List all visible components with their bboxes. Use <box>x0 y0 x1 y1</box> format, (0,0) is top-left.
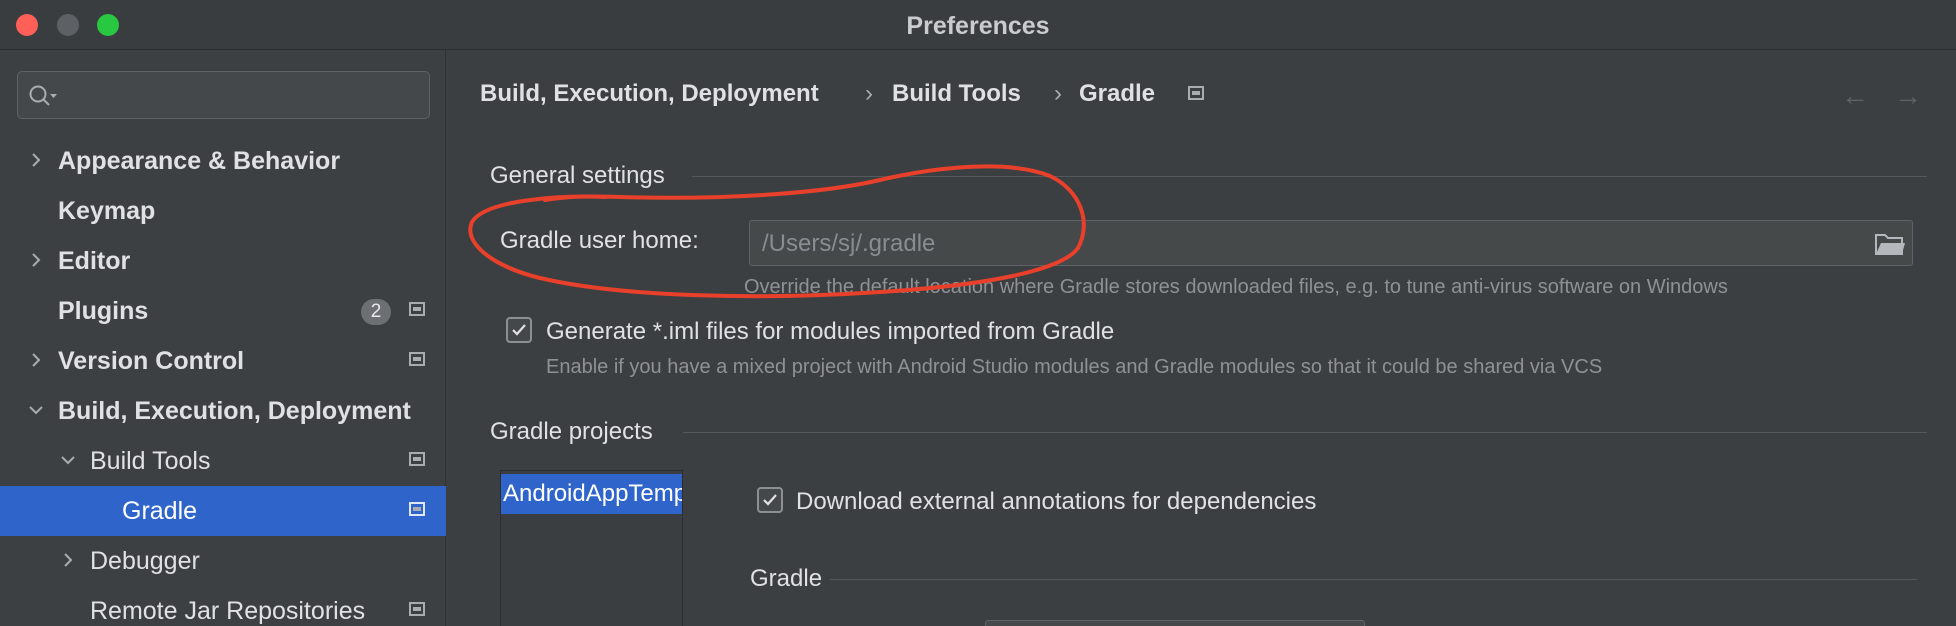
sidebar-item-label: Build, Execution, Deployment <box>58 397 411 425</box>
generate-iml-hint: Enable if you have a mixed project with … <box>546 356 1603 378</box>
project-scope-icon <box>409 302 425 316</box>
project-scope-icon <box>409 352 425 366</box>
breadcrumb-separator: › <box>865 80 873 107</box>
gradle-user-home-input[interactable] <box>762 230 1842 258</box>
sidebar-item-appearance-behavior[interactable]: Appearance & Behavior <box>0 136 446 186</box>
sidebar-item-label: Appearance & Behavior <box>58 147 341 175</box>
chevron-right-icon[interactable] <box>28 152 44 168</box>
sidebar-item-label: Build Tools <box>90 447 211 475</box>
download-annotations-checkbox[interactable] <box>757 487 783 513</box>
section-divider <box>683 432 1927 433</box>
breadcrumb-item[interactable]: Build Tools <box>892 80 1021 108</box>
section-divider <box>692 176 1927 177</box>
sidebar-item-build-tools[interactable]: Build Tools <box>0 436 446 486</box>
checkmark-icon <box>763 494 777 506</box>
sidebar-item-label: Gradle <box>122 497 198 525</box>
checkmark-icon <box>512 324 526 336</box>
gradle-user-home-field[interactable] <box>749 220 1913 266</box>
chevron-right-icon[interactable] <box>60 552 76 568</box>
sidebar-item-build-execution-deployment[interactable]: Build, Execution, Deployment <box>0 386 446 436</box>
section-divider <box>830 579 1917 580</box>
search-input[interactable] <box>64 80 414 110</box>
gradle-projects-list[interactable]: AndroidAppTemplate <box>500 470 683 626</box>
back-arrow-icon[interactable]: ← <box>1841 80 1869 112</box>
settings-content: Build, Execution, Deployment › Build Too… <box>447 50 1956 626</box>
title-bar: Preferences <box>0 0 1956 50</box>
chevron-right-icon[interactable] <box>28 252 44 268</box>
chevron-down-icon[interactable] <box>28 402 44 418</box>
breadcrumb-item[interactable]: Build, Execution, Deployment <box>480 80 819 108</box>
gradle-projects-title: Gradle projects <box>490 418 653 445</box>
project-scope-icon <box>1188 86 1204 100</box>
project-scope-icon <box>409 602 425 616</box>
generate-iml-label[interactable]: Generate *.iml files for modules importe… <box>546 318 1114 346</box>
general-settings-title: General settings <box>490 162 665 189</box>
settings-search[interactable] <box>17 71 430 119</box>
sidebar-item-label: Plugins <box>58 297 149 325</box>
sidebar-item-keymap[interactable]: Keymap <box>0 186 446 236</box>
list-item[interactable]: AndroidAppTemplate <box>501 474 682 514</box>
sidebar-item-label: Debugger <box>90 547 200 575</box>
plugins-update-badge: 2 <box>361 299 391 325</box>
gradle-settings-field[interactable] <box>985 620 1365 626</box>
search-icon <box>29 85 57 106</box>
sidebar-item-remote-jar-repositories[interactable]: Remote Jar Repositories <box>0 586 446 626</box>
breadcrumb-separator: › <box>1054 80 1062 107</box>
sidebar-item-label: Keymap <box>58 197 156 225</box>
gradle-subsection-title: Gradle <box>750 565 823 592</box>
project-scope-icon <box>409 452 425 466</box>
forward-arrow-icon[interactable]: → <box>1894 80 1922 112</box>
sidebar-item-debugger[interactable]: Debugger <box>0 536 446 586</box>
window-title: Preferences <box>906 12 1050 40</box>
download-annotations-label[interactable]: Download external annotations for depend… <box>796 488 1316 516</box>
settings-sidebar: Appearance & Behavior Keymap Editor Plug… <box>0 50 446 626</box>
gradle-user-home-hint: Override the default location where Grad… <box>744 276 1728 298</box>
sidebar-item-label: Version Control <box>58 347 245 375</box>
gradle-user-home-label: Gradle user home: <box>500 227 699 254</box>
project-scope-icon <box>409 502 425 516</box>
sidebar-item-gradle[interactable]: Gradle <box>0 486 446 536</box>
project-name: AndroidAppTemplate <box>503 480 682 507</box>
chevron-right-icon[interactable] <box>28 352 44 368</box>
chevron-down-icon[interactable] <box>60 452 76 468</box>
sidebar-item-label: Editor <box>58 247 131 275</box>
sidebar-item-plugins[interactable]: Plugins 2 <box>0 286 446 336</box>
sidebar-item-version-control[interactable]: Version Control <box>0 336 446 386</box>
generate-iml-checkbox[interactable] <box>506 317 532 343</box>
sidebar-item-editor[interactable]: Editor <box>0 236 446 286</box>
sidebar-item-label: Remote Jar Repositories <box>90 597 366 625</box>
breadcrumb-item: Gradle <box>1079 80 1156 107</box>
folder-icon[interactable] <box>1874 230 1906 258</box>
